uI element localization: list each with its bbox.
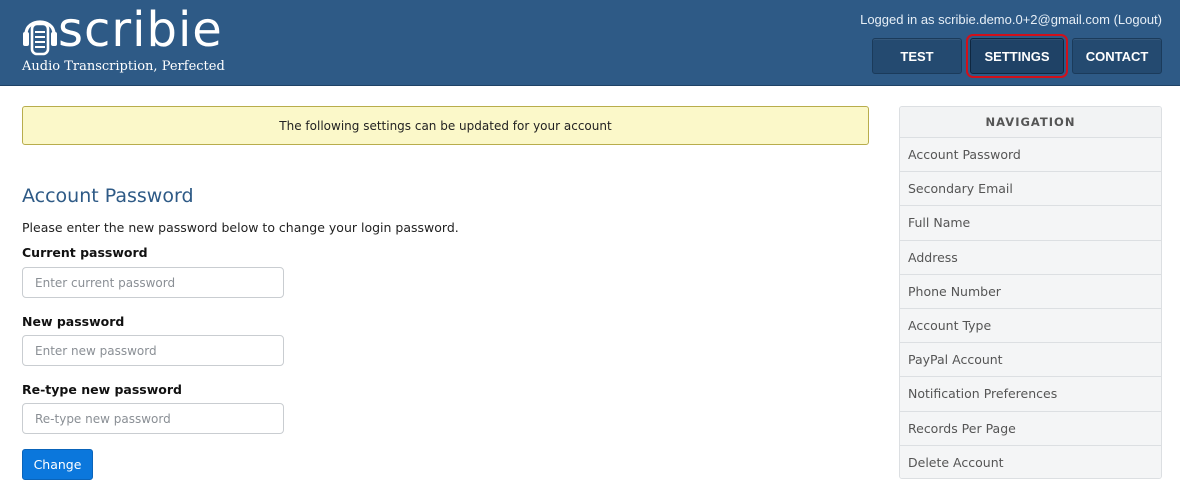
section-description: Please enter the new password below to c… (22, 220, 459, 235)
retype-password-label: Re-type new password (22, 382, 182, 397)
logo-wordmark: scribie (58, 2, 223, 58)
sidebar-item-records-per-page[interactable]: Records Per Page (900, 411, 1161, 446)
nav-settings-button[interactable]: SETTINGS (966, 34, 1068, 78)
sidebar-item-secondary-email[interactable]: Secondary Email (900, 172, 1161, 207)
headphone-microphone-icon (23, 20, 57, 56)
sidebar-item-paypal-account[interactable]: PayPal Account (900, 343, 1161, 378)
current-password-label: Current password (22, 245, 148, 260)
sidebar-item-account-type[interactable]: Account Type (900, 308, 1161, 344)
settings-notice: The following settings can be updated fo… (22, 106, 869, 145)
navigation-heading: NAVIGATION (900, 107, 1161, 138)
sidebar-item-account-password[interactable]: Account Password (900, 138, 1161, 173)
current-password-input[interactable] (22, 267, 284, 298)
logout-link[interactable]: (Logout) (1114, 12, 1162, 27)
sidebar-item-address[interactable]: Address (900, 240, 1161, 275)
sidebar-item-full-name[interactable]: Full Name (900, 206, 1161, 241)
sidebar-item-delete-account[interactable]: Delete Account (900, 445, 1161, 478)
nav-test-button[interactable]: TEST (872, 38, 962, 74)
login-status: Logged in as scribie.demo.0+2@gmail.com … (860, 12, 1162, 27)
sidebar-item-notification-preferences[interactable]: Notification Preferences (900, 377, 1161, 412)
settings-navigation: NAVIGATION Account Password Secondary Em… (899, 106, 1162, 479)
login-text: Logged in as scribie.demo.0+2@gmail.com (860, 12, 1110, 27)
nav-contact-button[interactable]: CONTACT (1072, 38, 1162, 74)
change-password-button[interactable]: Change (22, 449, 93, 480)
retype-password-input[interactable] (22, 403, 284, 434)
notice-text: The following settings can be updated fo… (279, 118, 612, 133)
scribie-logo[interactable]: scribie Audio Transcription, Perfected (20, 2, 225, 78)
new-password-input[interactable] (22, 335, 284, 366)
site-header: scribie Audio Transcription, Perfected L… (0, 0, 1180, 86)
logo-tagline: Audio Transcription, Perfected (22, 59, 225, 74)
page-title: Account Password (22, 185, 194, 207)
sidebar-item-phone-number[interactable]: Phone Number (900, 274, 1161, 309)
new-password-label: New password (22, 314, 125, 329)
